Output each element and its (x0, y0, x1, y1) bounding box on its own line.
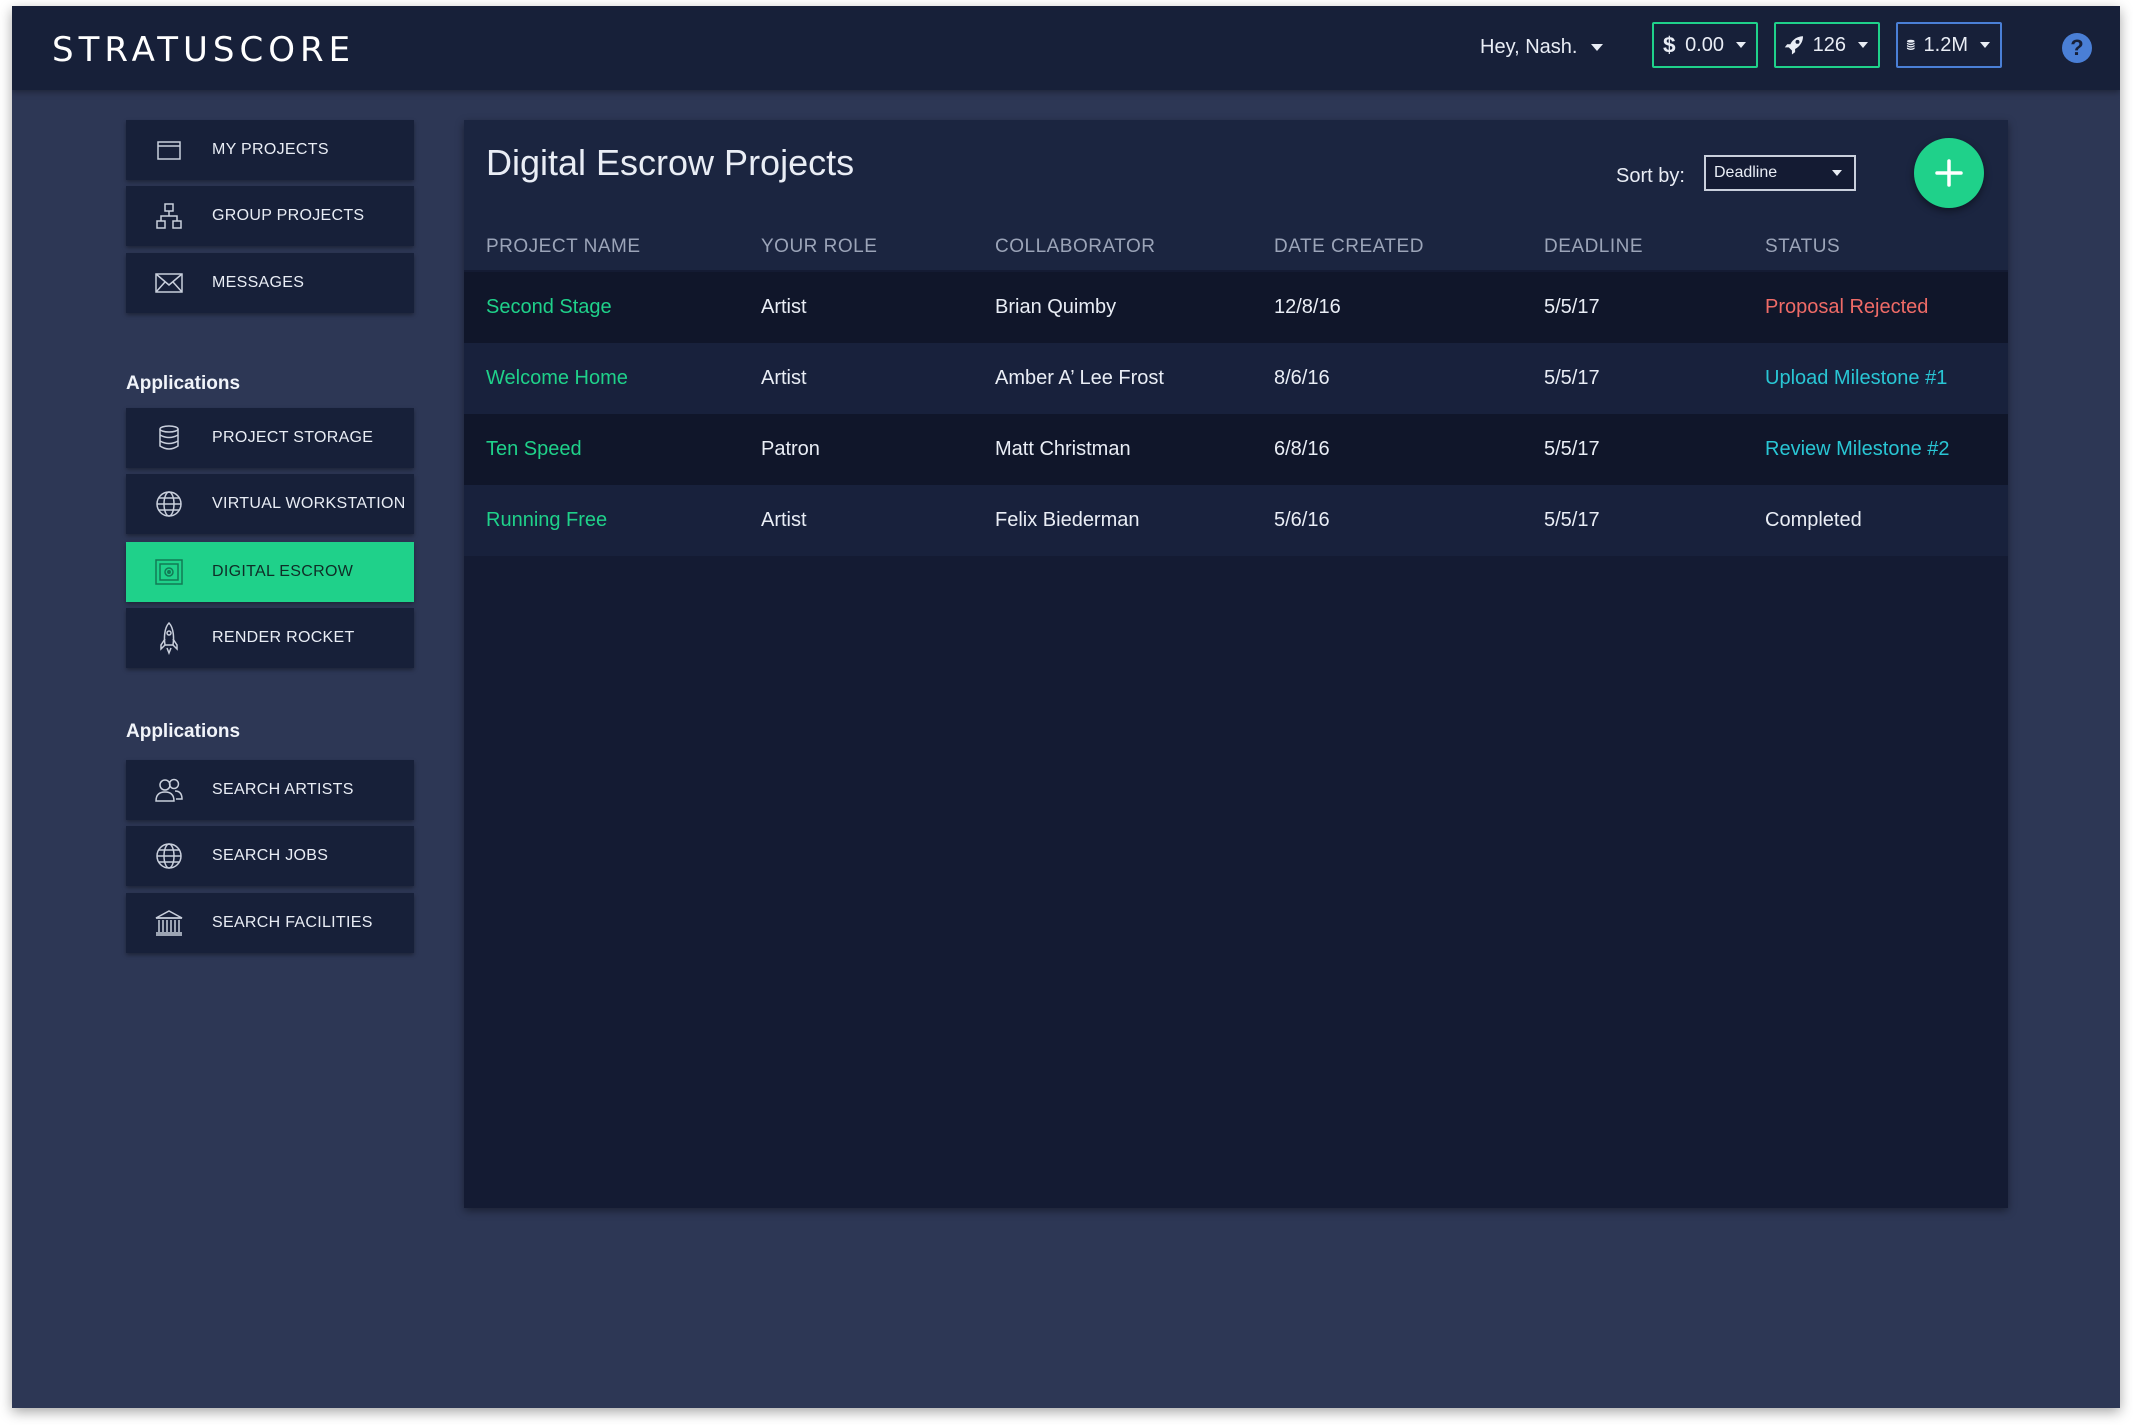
collaborator-cell: Amber A’ Lee Frost (995, 367, 1164, 389)
sidebar-item-label: PROJECT STORAGE (212, 429, 374, 446)
greeting-text: Hey, Nash. (1480, 36, 1578, 58)
role-cell: Artist (761, 296, 807, 318)
deadline-cell: 5/5/17 (1544, 438, 1600, 460)
deadline-cell: 5/5/17 (1544, 367, 1600, 389)
collaborator-cell: Matt Christman (995, 438, 1131, 460)
column-header-your-role[interactable]: YOUR ROLE (761, 236, 877, 258)
database-icon (1906, 39, 1915, 51)
collaborator-cell: Brian Quimby (995, 296, 1117, 318)
deadline-cell: 5/5/17 (1544, 509, 1600, 531)
database-icon (126, 425, 212, 451)
sidebar-item-search-jobs[interactable]: SEARCH JOBS (126, 826, 414, 886)
svg-text:$: $ (1663, 33, 1676, 58)
top-bar: STRATUSCORE Hey, Nash. $ 0.00 126 1.2M ? (12, 6, 2120, 90)
envelope-icon (126, 273, 212, 293)
chevron-down-icon (1736, 42, 1746, 48)
safe-icon (126, 559, 212, 585)
sidebar-item-label: GROUP PROJECTS (212, 207, 365, 224)
column-header-status[interactable]: STATUS (1765, 236, 1840, 258)
column-header-project-name[interactable]: PROJECT NAME (486, 236, 641, 258)
table-row[interactable]: Running Free Artist Felix Biederman 5/6/… (464, 485, 2008, 556)
date-created-cell: 12/8/16 (1274, 296, 1341, 318)
role-cell: Patron (761, 438, 820, 460)
table-row[interactable]: Welcome Home Artist Amber A’ Lee Frost 8… (464, 343, 2008, 414)
rockets-dropdown[interactable]: 126 (1774, 22, 1880, 68)
add-project-button[interactable] (1914, 138, 1984, 208)
date-created-cell: 5/6/16 (1274, 509, 1330, 531)
help-icon[interactable]: ? (2062, 33, 2092, 63)
chevron-down-icon (1858, 42, 1868, 48)
building-icon (126, 909, 212, 937)
status-cell: Proposal Rejected (1765, 296, 1929, 318)
storage-dropdown[interactable]: 1.2M (1896, 22, 2002, 68)
date-created-cell: 8/6/16 (1274, 367, 1330, 389)
role-cell: Artist (761, 367, 807, 389)
users-icon (126, 777, 212, 803)
sidebar-item-label: SEARCH JOBS (212, 847, 329, 864)
folder-icon (126, 139, 212, 161)
user-menu[interactable]: Hey, Nash. (1480, 36, 1604, 59)
chevron-down-icon (1591, 44, 1604, 51)
status-link[interactable]: Upload Milestone #1 (1765, 367, 1947, 390)
table-row[interactable]: Second Stage Artist Brian Quimby 12/8/16… (464, 272, 2008, 343)
globe-icon (126, 490, 212, 518)
sidebar-item-messages[interactable]: MESSAGES (126, 253, 414, 313)
section-heading: Applications (126, 721, 241, 742)
sidebar-item-project-storage[interactable]: PROJECT STORAGE (126, 408, 414, 468)
project-name-link[interactable]: Running Free (486, 509, 607, 532)
sidebar-item-label: DIGITAL ESCROW (212, 563, 354, 580)
sidebar-item-label: MESSAGES (212, 274, 305, 291)
panel-header: Digital Escrow Projects Sort by: Deadlin… (464, 120, 2008, 270)
date-created-cell: 6/8/16 (1274, 438, 1330, 460)
dollar-icon: $ (1663, 33, 1676, 58)
role-cell: Artist (761, 509, 807, 531)
chevron-down-icon (1980, 42, 1990, 48)
sidebar-item-virtual-workstation[interactable]: VIRTUAL WORKSTATION (126, 474, 414, 534)
chevron-down-icon (1832, 170, 1842, 176)
sidebar-item-label: SEARCH FACILITIES (212, 914, 373, 931)
sidebar-item-label: VIRTUAL WORKSTATION (212, 495, 406, 512)
sidebar-item-label: SEARCH ARTISTS (212, 781, 354, 798)
section-heading: Applications (126, 373, 241, 394)
column-header-deadline[interactable]: DEADLINE (1544, 236, 1643, 258)
balance-dropdown[interactable]: $ 0.00 (1652, 22, 1758, 68)
sidebar-item-search-artists[interactable]: SEARCH ARTISTS (126, 760, 414, 820)
table-row[interactable]: Ten Speed Patron Matt Christman 6/8/16 5… (464, 414, 2008, 485)
app-window: STRATUSCORE Hey, Nash. $ 0.00 126 1.2M ?… (12, 6, 2120, 1408)
status-link[interactable]: Review Milestone #2 (1765, 438, 1950, 461)
project-name-link[interactable]: Ten Speed (486, 438, 582, 461)
main-panel: Digital Escrow Projects Sort by: Deadlin… (464, 120, 2008, 1208)
sidebar-item-digital-escrow[interactable]: DIGITAL ESCROW (126, 542, 414, 602)
sidebar-item-render-rocket[interactable]: RENDER ROCKET (126, 608, 414, 668)
sidebar-item-group-projects[interactable]: GROUP PROJECTS (126, 186, 414, 246)
status-cell: Completed (1765, 509, 1862, 531)
logo[interactable]: STRATUSCORE (52, 30, 355, 70)
sidebar-item-my-projects[interactable]: MY PROJECTS (126, 120, 414, 180)
balance-value: 0.00 (1685, 33, 1724, 56)
sort-label: Sort by: (1616, 165, 1685, 187)
deadline-cell: 5/5/17 (1544, 296, 1600, 318)
sidebar-item-label: RENDER ROCKET (212, 629, 355, 646)
sidebar-item-search-facilities[interactable]: SEARCH FACILITIES (126, 893, 414, 953)
column-header-date-created[interactable]: DATE CREATED (1274, 236, 1424, 258)
globe-icon (126, 842, 212, 870)
rocket-icon (1784, 36, 1804, 55)
page-title: Digital Escrow Projects (486, 142, 855, 183)
sort-select[interactable]: Deadline (1704, 155, 1856, 191)
hierarchy-icon (126, 202, 212, 230)
plus-icon (1935, 159, 1963, 187)
rocket-icon (126, 621, 212, 655)
sidebar-item-label: MY PROJECTS (212, 141, 329, 158)
project-name-link[interactable]: Welcome Home (486, 367, 628, 390)
storage-value: 1.2M (1923, 33, 1968, 56)
rockets-value: 126 (1812, 33, 1846, 56)
column-header-collaborator[interactable]: COLLABORATOR (995, 236, 1156, 258)
project-name-link[interactable]: Second Stage (486, 296, 612, 319)
collaborator-cell: Felix Biederman (995, 509, 1140, 531)
sort-value: Deadline (1714, 164, 1778, 181)
